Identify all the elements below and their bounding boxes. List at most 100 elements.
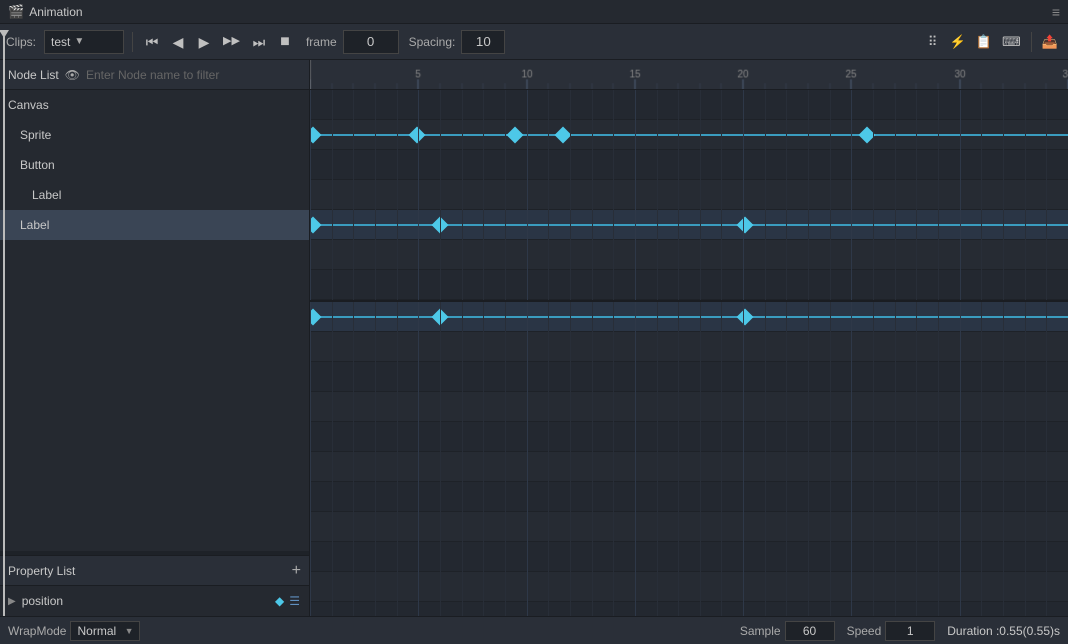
track-button [310,150,1068,180]
node-list-header: Node List 👁 [0,60,309,90]
stop-button[interactable]: ■ [274,29,296,55]
export-icon[interactable]: 📤 [1038,29,1062,55]
node-item-canvas[interactable]: Canvas [0,90,309,120]
clips-label: Clips: [6,35,36,49]
frame-label: frame [306,35,337,49]
spacing-label: Spacing: [409,35,456,49]
animation-icon: 🎬 [8,4,24,20]
toolbar-right-icons: ⠿ ⚡ 📋 ⌨ 📤 [922,29,1062,55]
main-area: Node List 👁 Canvas Sprite Button Label L… [0,60,1068,616]
prop-track-empty-7 [310,512,1068,542]
prop-track-empty-5 [310,452,1068,482]
node-label-button: Button [20,158,55,172]
add-property-button[interactable]: + [292,563,301,579]
node-label-label2: Label [20,218,49,232]
clip-select[interactable]: test ▼ [44,30,124,54]
wrapmode-arrow: ▼ [125,626,134,636]
keyframe-sprite-5[interactable] [859,126,876,143]
snap-icon[interactable]: 📋 [972,29,996,55]
timeline-ruler[interactable] [310,60,1068,90]
keyframe-label2-2[interactable] [432,216,449,233]
node-tree: Canvas Sprite Button Label Label [0,90,309,551]
track-label1 [310,180,1068,210]
track-label2 [310,210,1068,240]
keyframe-label2-1[interactable] [310,216,321,233]
keyframe-grid-icon[interactable]: ⠿ [922,29,944,55]
clip-dropdown-arrow: ▼ [74,36,84,47]
property-list-icon[interactable]: ☰ [288,593,301,609]
bezier-icon[interactable]: ⚡ [946,29,970,55]
node-label-sprite: Sprite [20,128,51,142]
node-tracks: ⚡ ⚡ [310,90,1068,300]
toolbar: Clips: test ▼ ⏮ ◀ ▶ ▶▶ ⏭ ■ frame Spacing… [0,24,1068,60]
speed-item: Speed 1 [847,621,936,641]
property-diamond-icon[interactable]: ◆ [274,593,285,609]
node-filter-input[interactable] [86,68,301,82]
spacing-input[interactable] [461,30,505,54]
toolbar-sep-2 [1031,32,1032,52]
step-back-button[interactable]: ◀ [167,29,189,55]
wrapmode-label: WrapMode [8,624,66,638]
keyframe-sprite-3[interactable] [507,126,524,143]
node-item-label2[interactable]: Label [0,210,309,240]
property-item-position[interactable]: ▶ position ◆ ☰ [0,586,309,616]
property-icons: ◆ ☰ [274,593,301,609]
keyframe-sprite-2[interactable] [409,126,426,143]
node-item-label1[interactable]: Label [0,180,309,210]
track-empty-2 [310,270,1068,300]
track-canvas [310,90,1068,120]
node-list-title: Node List [8,68,59,82]
prop-track-empty-3 [310,392,1068,422]
status-bar: WrapMode Normal ▼ Sample 60 Speed 1 Dura… [0,616,1068,644]
node-label-canvas: Canvas [8,98,49,112]
speed-label: Speed [847,624,882,638]
wrapmode-select[interactable]: Normal ▼ [70,621,140,641]
sample-value[interactable]: 60 [785,621,835,641]
prop-track-empty-2 [310,362,1068,392]
window-title: Animation [29,5,82,19]
wrapmode-value-text: Normal [77,624,116,638]
skip-end-button[interactable]: ⏭ [248,29,270,55]
prop-track-empty-1 [310,332,1068,362]
keyframe-sprite-4[interactable] [555,126,572,143]
prop-track-empty-4 [310,422,1068,452]
property-expand-icon[interactable]: ▶ [8,596,16,607]
wrapmode-item: WrapMode Normal ▼ [8,621,140,641]
play-button[interactable]: ▶ [193,29,215,55]
label2-track-line [310,224,1068,226]
prop-track-empty-6 [310,482,1068,512]
skip-start-button[interactable]: ⏮ [141,29,163,55]
sample-label: Sample [740,624,781,638]
speed-value[interactable]: 1 [885,621,935,641]
keyboard-icon[interactable]: ⌨ [998,29,1025,55]
property-list-title: Property List [8,564,75,578]
duration-text: Duration :0.55(0.55)s [947,624,1060,638]
toolbar-sep-1 [132,32,133,52]
ruler-canvas [310,60,1068,89]
menu-icon[interactable]: ≡ [1052,4,1060,20]
node-label-label1: Label [32,188,61,202]
position-track-line [310,316,1068,318]
keyframe-label2-3[interactable] [737,216,754,233]
keyframe-pos-2[interactable] [432,308,449,325]
node-item-button[interactable]: Button [0,150,309,180]
clip-name: test [51,35,70,49]
keyframe-sprite-1[interactable] [310,126,321,143]
prop-track-empty-8 [310,542,1068,572]
property-tracks [310,302,1068,616]
track-position [310,302,1068,332]
property-name-position: position [22,594,63,608]
step-forward-button[interactable]: ▶▶ [219,29,244,55]
title-bar: 🎬 Animation ≡ [0,0,1068,24]
property-list-header: Property List + [0,556,309,586]
node-item-sprite[interactable]: Sprite [0,120,309,150]
frame-input[interactable] [343,30,399,54]
track-sprite [310,120,1068,150]
sample-item: Sample 60 [740,621,835,641]
keyframe-pos-1[interactable] [310,308,321,325]
keyframe-pos-3[interactable] [737,308,754,325]
track-empty-1 [310,240,1068,270]
visibility-icon[interactable]: 👁 [65,68,80,82]
left-panel: Node List 👁 Canvas Sprite Button Label L… [0,60,310,616]
prop-track-empty-9 [310,572,1068,602]
